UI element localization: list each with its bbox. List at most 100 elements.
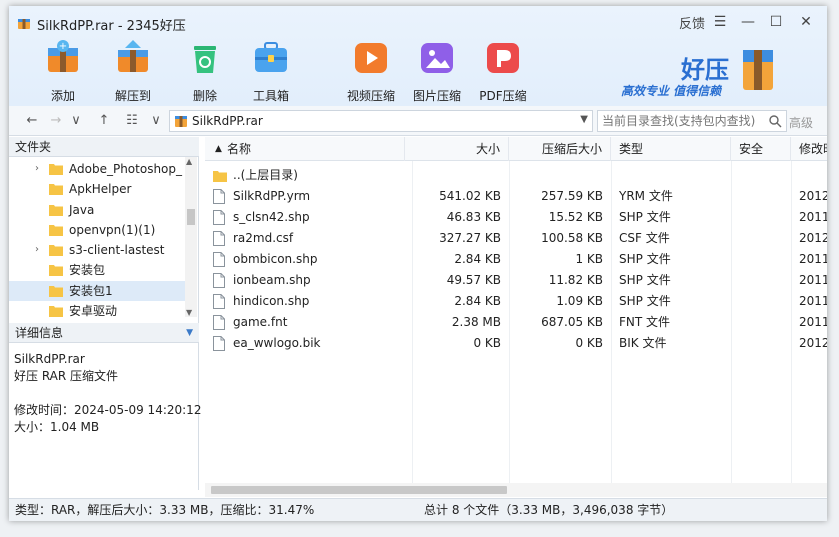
file-packed-size: 1.09 KB bbox=[556, 294, 603, 308]
file-type: YRM 文件 bbox=[619, 189, 673, 203]
file-modified: 2011- bbox=[799, 252, 827, 266]
scroll-up-icon[interactable]: ▲ bbox=[186, 157, 192, 166]
details-header-label: 详细信息 bbox=[15, 326, 64, 340]
tree-item-label: ApkHelper bbox=[69, 182, 132, 196]
extract-button[interactable]: 解压到 bbox=[103, 38, 163, 103]
table-row[interactable]: obmbicon.shp 2.84 KB 1 KB SHP 文件 2011- bbox=[205, 249, 827, 270]
file-name: ea_wwlogo.bik bbox=[233, 336, 321, 350]
up-arrow-icon[interactable]: ↑ bbox=[95, 112, 113, 130]
tree-item[interactable]: › s3-client-lastest bbox=[9, 240, 185, 260]
column-name[interactable]: ▲ 名称 bbox=[205, 137, 405, 161]
tree-item-label: Adobe_Photoshop_ bbox=[69, 162, 183, 176]
video-compress-button[interactable]: 视频压缩 bbox=[341, 38, 401, 103]
file-packed-size: 257.59 KB bbox=[541, 189, 603, 203]
advanced-search-button[interactable]: 高级 bbox=[789, 114, 813, 131]
tree-item[interactable]: openvpn(1)(1) bbox=[9, 220, 185, 240]
file-icon bbox=[213, 231, 225, 246]
folder-tree: › Adobe_Photoshop_ ApkHelper Java openvp… bbox=[9, 157, 185, 317]
tree-item[interactable]: Java bbox=[9, 200, 185, 220]
collapse-chevron-icon[interactable]: ▼ bbox=[186, 323, 193, 343]
scroll-down-icon[interactable]: ▼ bbox=[186, 308, 192, 317]
image-compress-button[interactable]: 图片压缩 bbox=[407, 38, 467, 103]
column-security[interactable]: 安全 bbox=[731, 137, 791, 161]
file-name: hindicon.shp bbox=[233, 294, 310, 308]
folder-icon bbox=[49, 286, 63, 297]
close-button[interactable]: ✕ bbox=[795, 12, 817, 32]
tree-item-label: 安卓驱动 bbox=[69, 304, 118, 317]
tree-scroll-thumb[interactable] bbox=[187, 209, 195, 225]
file-icon bbox=[213, 210, 225, 225]
folder-icon bbox=[213, 171, 227, 182]
file-packed-size: 15.52 KB bbox=[548, 210, 603, 224]
file-modified: 2012- bbox=[799, 189, 827, 203]
file-icon bbox=[213, 315, 225, 330]
list-scroll-thumb[interactable] bbox=[211, 486, 507, 494]
video-compress-label: 视频压缩 bbox=[346, 89, 395, 103]
column-modified[interactable]: 修改时 bbox=[791, 137, 827, 161]
file-modified: 2011- bbox=[799, 273, 827, 287]
folders-header: 文件夹 bbox=[9, 137, 199, 157]
tree-item[interactable]: 安卓驱动 bbox=[9, 301, 185, 317]
parent-dir-row[interactable]: ..(上层目录) bbox=[205, 165, 827, 186]
parent-dir-label: ..(上层目录) bbox=[233, 168, 298, 182]
svg-text:+: + bbox=[59, 41, 67, 52]
column-type[interactable]: 类型 bbox=[611, 137, 731, 161]
feedback-button[interactable]: 反馈 bbox=[677, 12, 707, 32]
tree-item[interactable]: 安装包 bbox=[9, 260, 185, 280]
file-size: 541.02 KB bbox=[439, 189, 501, 203]
recycle-bin-icon bbox=[194, 46, 216, 73]
table-row[interactable]: game.fnt 2.38 MB 687.05 KB FNT 文件 2011- bbox=[205, 312, 827, 333]
expand-arrow-icon[interactable]: › bbox=[35, 240, 39, 260]
menu-icon[interactable]: ☰ bbox=[709, 12, 731, 32]
add-button[interactable]: + 添加 bbox=[33, 38, 93, 103]
file-modified: 2011- bbox=[799, 210, 827, 224]
maximize-button[interactable]: ☐ bbox=[765, 12, 787, 32]
file-size: 2.38 MB bbox=[451, 315, 501, 329]
list-horizontal-scrollbar[interactable] bbox=[205, 483, 827, 497]
add-label: 添加 bbox=[50, 89, 75, 103]
tree-item[interactable]: ApkHelper bbox=[9, 179, 185, 199]
expand-arrow-icon[interactable]: › bbox=[35, 159, 39, 179]
view-mode-icon[interactable]: ☷ bbox=[123, 112, 141, 130]
search-input[interactable] bbox=[602, 113, 762, 129]
table-row[interactable]: s_clsn42.shp 46.83 KB 15.52 KB SHP 文件 2011- bbox=[205, 207, 827, 228]
video-compress-icon bbox=[355, 43, 387, 73]
table-row[interactable]: ionbeam.shp 49.57 KB 11.82 KB SHP 文件 2011- bbox=[205, 270, 827, 291]
file-size: 327.27 KB bbox=[439, 231, 501, 245]
file-icon bbox=[213, 273, 225, 288]
file-modified: 2012- bbox=[799, 231, 827, 245]
extract-label: 解压到 bbox=[114, 89, 151, 103]
history-chevron-icon[interactable]: ∨ bbox=[67, 112, 85, 130]
file-packed-size: 1 KB bbox=[575, 252, 603, 266]
search-icon[interactable] bbox=[768, 114, 782, 128]
tree-item-label: openvpn(1)(1) bbox=[69, 223, 156, 237]
app-logo-icon bbox=[18, 19, 30, 29]
tree-item-selected[interactable]: 安装包1 bbox=[9, 281, 185, 301]
folder-icon bbox=[49, 225, 63, 236]
minimize-button[interactable]: — bbox=[737, 12, 759, 32]
table-row[interactable]: ra2md.csf 327.27 KB 100.58 KB CSF 文件 2012- bbox=[205, 228, 827, 249]
file-type: SHP 文件 bbox=[619, 294, 671, 308]
toolbox-button[interactable]: 工具箱 bbox=[241, 38, 301, 103]
back-arrow-icon[interactable]: ← bbox=[23, 112, 41, 130]
path-field[interactable]: SilkRdPP.rar ▼ bbox=[169, 110, 593, 132]
column-packed-size[interactable]: 压缩后大小 bbox=[509, 137, 611, 161]
pdf-compress-button[interactable]: PDF压缩 bbox=[473, 38, 533, 103]
address-bar: ← → ∨ ↑ ☷ ∨ SilkRdPP.rar ▼ 高级 bbox=[9, 106, 827, 136]
table-row[interactable]: SilkRdPP.yrm 541.02 KB 257.59 KB YRM 文件 2012… bbox=[205, 186, 827, 207]
detail-filename: SilkRdPP.rar bbox=[14, 352, 85, 366]
tree-item[interactable]: › Adobe_Photoshop_ bbox=[9, 159, 185, 179]
app-window: SilkRdPP.rar - 2345好压 反馈 ☰ — ☐ ✕ + 添加 解压… bbox=[9, 6, 827, 521]
path-dropdown-icon[interactable]: ▼ bbox=[580, 114, 588, 125]
brand-slogan: 高效专业 值得信赖 bbox=[621, 84, 722, 98]
table-row[interactable]: ea_wwlogo.bik 0 KB 0 KB BIK 文件 2012- bbox=[205, 333, 827, 354]
view-chevron-icon[interactable]: ∨ bbox=[147, 112, 165, 130]
delete-button[interactable]: 删除 bbox=[175, 38, 235, 103]
search-box[interactable] bbox=[597, 110, 787, 132]
column-size[interactable]: 大小 bbox=[405, 137, 509, 161]
forward-arrow-icon[interactable]: → bbox=[47, 112, 65, 130]
tree-scrollbar[interactable]: ▲ ▼ bbox=[185, 157, 197, 317]
path-text: SilkRdPP.rar bbox=[192, 114, 263, 128]
details-header[interactable]: 详细信息 ▼ bbox=[9, 323, 199, 343]
table-row[interactable]: hindicon.shp 2.84 KB 1.09 KB SHP 文件 2011- bbox=[205, 291, 827, 312]
